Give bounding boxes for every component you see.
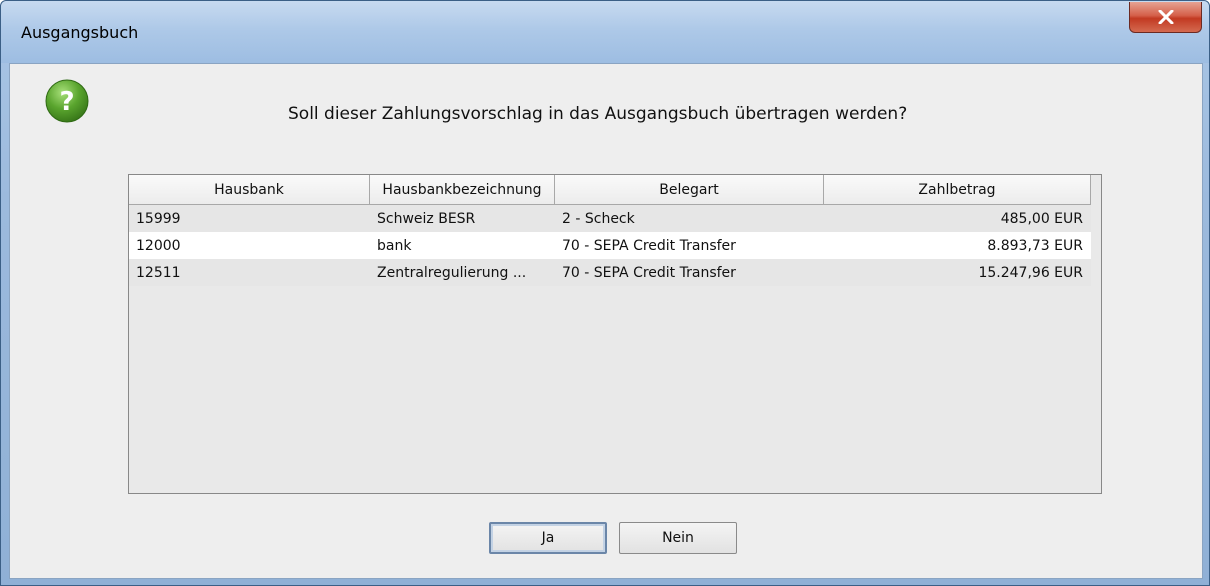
yes-button[interactable]: Ja: [489, 522, 607, 554]
cell-zahlbetrag: 15.247,96 EUR: [978, 264, 1083, 281]
close-icon: [1158, 10, 1174, 24]
title-bar[interactable]: Ausgangsbuch: [1, 1, 1209, 63]
cell-belegart: 2 - Scheck: [562, 210, 635, 227]
svg-text:?: ?: [59, 87, 74, 117]
dialog-message: Soll dieser Zahlungsvorschlag in das Aus…: [288, 104, 908, 124]
cell-hausbank: 12511: [136, 264, 181, 281]
payment-table: Hausbank Hausbankbezeichnung Belegart Za…: [128, 174, 1102, 494]
table-body: 15999 Schweiz BESR 2 - Scheck 485,00 EUR…: [129, 205, 1091, 286]
cell-hausbank: 15999: [136, 210, 181, 227]
cell-belegart: 70 - SEPA Credit Transfer: [562, 264, 736, 281]
column-header-zahlbetrag[interactable]: Zahlbetrag: [824, 175, 1091, 204]
window-title: Ausgangsbuch: [21, 23, 139, 42]
table-row[interactable]: 15999 Schweiz BESR 2 - Scheck 485,00 EUR: [129, 205, 1091, 232]
cell-zahlbetrag: 485,00 EUR: [1000, 210, 1083, 227]
cell-hausbankbezeichnung: bank: [377, 237, 412, 254]
dialog-window: Ausgangsbuch ? Soll dieser Zahlungsvorsc…: [0, 0, 1210, 586]
question-icon: ?: [44, 78, 90, 124]
table-row[interactable]: 12511 Zentralregulierung ... 70 - SEPA C…: [129, 259, 1091, 286]
column-header-hausbank[interactable]: Hausbank: [129, 175, 370, 204]
cell-hausbankbezeichnung: Zentralregulierung ...: [377, 264, 527, 281]
no-button[interactable]: Nein: [619, 522, 737, 554]
cell-belegart: 70 - SEPA Credit Transfer: [562, 237, 736, 254]
cell-hausbankbezeichnung: Schweiz BESR: [377, 210, 476, 227]
table-row[interactable]: 12000 bank 70 - SEPA Credit Transfer 8.8…: [129, 232, 1091, 259]
column-header-hausbankbezeichnung[interactable]: Hausbankbezeichnung: [370, 175, 555, 204]
close-button[interactable]: [1129, 2, 1202, 33]
cell-zahlbetrag: 8.893,73 EUR: [987, 237, 1083, 254]
dialog-body: ? Soll dieser Zahlungsvorschlag in das A…: [9, 63, 1203, 579]
table-header: Hausbank Hausbankbezeichnung Belegart Za…: [129, 175, 1091, 205]
cell-hausbank: 12000: [136, 237, 181, 254]
column-header-belegart[interactable]: Belegart: [555, 175, 824, 204]
